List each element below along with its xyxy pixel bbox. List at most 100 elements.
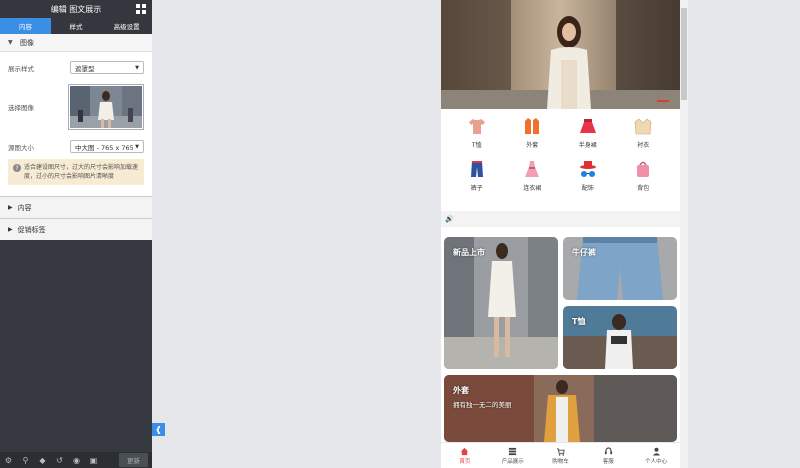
editor-footer: ⚙ ⚲ ◆ ↺ ◉ ▣ 更新 [0,452,152,468]
display-style-row: 展示样式 遮罩型 ▼ [0,61,152,74]
category-dress[interactable]: 连衣裙 [505,159,561,192]
apps-grid-icon[interactable] [135,3,147,15]
save-icon[interactable]: ▣ [89,456,98,465]
card-jeans[interactable]: 牛仔裤 [563,237,677,300]
tab-cart[interactable]: 购物车 [537,443,585,468]
thumbnail-photo [70,86,142,128]
card-subtitle: 拥有独一无二的美丽 [453,401,512,409]
editor-tabs: 内容 样式 高级设置 [0,18,152,34]
promo-tag-section-title: 促销标签 [17,225,46,234]
promo-tag-section-header[interactable]: ▶ 促销标签 [0,218,152,240]
settings-icon[interactable]: ⚙ [4,456,13,465]
category-label: 裤子 [470,185,483,192]
tab-style[interactable]: 样式 [51,18,102,34]
select-image-label: 选择图像 [8,104,34,112]
chevron-down-icon: ▼ [8,39,13,46]
card-title: 牛仔裤 [572,248,596,257]
speaker-icon: 🔊 [445,215,454,223]
content-section-title: 内容 [17,203,32,212]
chevron-right-icon: ▶ [8,204,13,211]
category-pants[interactable]: 裤子 [449,159,505,192]
category-label: 连衣裙 [523,185,542,192]
card-title: 外套 [453,386,469,395]
tab-label: 客服 [602,458,614,465]
category-jacket[interactable]: 外套 [505,116,561,149]
editor-title: 编辑 图文展示 [50,4,102,14]
card-tshirts[interactable]: T恤 [563,306,677,369]
tab-label: 首页 [459,458,471,465]
tshirt-icon [468,119,485,134]
hat-glasses-icon [579,161,596,177]
category-tshirt[interactable]: T恤 [449,116,505,149]
scrollbar-thumb[interactable] [681,8,687,100]
editor-panel: 编辑 图文展示 内容 样式 高级设置 ▼ 图像 展示样式 遮罩型 ▼ 选择图像 [0,0,152,468]
search-icon[interactable]: ⚲ [21,456,30,465]
tab-products[interactable]: 产品展示 [489,443,537,468]
category-label: T恤 [471,142,482,149]
update-button[interactable]: 更新 [119,453,148,467]
source-size-row: 源图大小 中大图 - 765 x 765 ▼ [0,140,152,153]
user-icon [652,447,660,456]
chevron-right-icon: ▶ [8,226,13,233]
category-accessories[interactable]: 配饰 [560,159,616,192]
source-size-label: 源图大小 [8,143,34,152]
tab-service[interactable]: 客服 [584,443,632,468]
image-section-header[interactable]: ▼ 图像 [0,34,152,52]
home-icon [461,447,469,455]
category-label: 外套 [526,142,539,149]
source-size-select[interactable]: 中大图 - 765 x 765 ▼ [70,140,144,153]
mobile-preview: T恤 外套 半身裙 衬衣 裤子 连衣裙 配饰 背包 🔊 新品上市 牛仔裤 T恤 … [441,0,680,468]
display-style-label: 展示样式 [8,64,34,73]
tab-label: 购物车 [552,458,569,465]
cart-icon [556,447,565,456]
dress-icon [525,161,540,177]
caret-down-icon: ▼ [135,143,139,150]
category-label: 配饰 [581,185,594,192]
category-bag[interactable]: 背包 [616,159,672,192]
preview-scrollbar[interactable] [680,0,688,468]
caret-down-icon: ▼ [135,64,139,71]
undo-icon[interactable]: ↺ [55,456,64,465]
select-image-row: 选择图像 [0,84,152,130]
collapse-left-icon: ❰ [155,425,162,434]
display-style-value: 遮罩型 [75,64,95,73]
card-title: T恤 [572,317,586,326]
eye-icon[interactable]: ◉ [72,456,81,465]
bag-icon [637,161,650,177]
question-icon: ? [13,164,21,172]
hero-indicator [657,100,669,102]
tab-advanced[interactable]: 高级设置 [101,18,152,34]
image-thumbnail[interactable] [68,84,144,130]
category-grid: T恤 外套 半身裙 衬衣 裤子 连衣裙 配饰 背包 [449,116,671,192]
category-label: 半身裙 [578,142,597,149]
size-notice-text: 适合建设图尺寸，过大的尺寸会影响加载速度，过小的尺寸会影响图片清晰度 [24,164,139,180]
card-title: 新品上市 [453,248,485,257]
tab-profile[interactable]: 个人中心 [632,443,680,468]
image-section-title: 图像 [20,38,34,47]
shirt-icon [634,118,652,135]
headset-icon [604,446,612,454]
content-section-header[interactable]: ▶ 内容 [0,196,152,218]
category-label: 背包 [637,185,650,192]
collapse-panel-button[interactable]: ❰ [152,423,165,436]
list-icon [509,447,517,455]
tab-content[interactable]: 内容 [0,18,51,34]
tab-home[interactable]: 首页 [441,443,489,468]
category-skirt[interactable]: 半身裙 [560,116,616,149]
source-size-value: 中大图 - 765 x 765 [75,143,134,152]
skirt-icon [579,119,596,133]
announcement-bar[interactable]: 🔊 [441,211,680,227]
editor-header: 编辑 图文展示 [0,0,152,18]
card-new-arrivals[interactable]: 新品上市 [444,237,558,369]
card-coats[interactable]: 外套 拥有独一无二的美丽 [444,375,677,442]
layers-icon[interactable]: ◆ [38,456,47,465]
category-shirt[interactable]: 衬衣 [616,116,672,149]
display-style-select[interactable]: 遮罩型 ▼ [70,61,144,74]
jacket-icon [525,118,540,134]
size-notice: ? 适合建设图尺寸，过大的尺寸会影响加载速度，过小的尺寸会影响图片清晰度 [8,159,144,185]
category-label: 衬衣 [637,142,650,149]
hero-banner-image[interactable] [441,0,680,109]
pants-icon [470,161,483,177]
tab-label: 产品展示 [501,458,524,465]
bottom-tabbar: 首页 产品展示 购物车 客服 个人中心 [441,442,680,468]
